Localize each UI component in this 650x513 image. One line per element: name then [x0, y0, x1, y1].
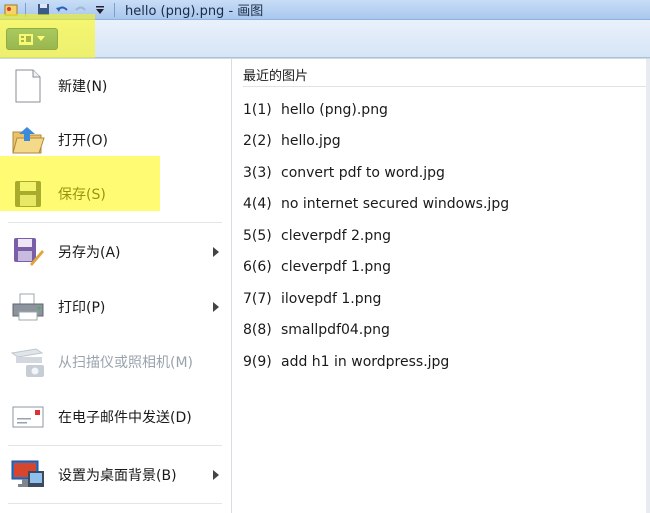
menu-item-label: 另存为(A)	[58, 245, 121, 261]
recent-file-item[interactable]: 2(2) hello.jpg	[243, 129, 341, 153]
redo-icon[interactable]	[73, 3, 89, 17]
menu-item-save-as[interactable]: 另存为(A)	[0, 225, 231, 279]
menu-item-label: 打印(P)	[58, 300, 106, 316]
recent-file-number: 8(8)	[243, 322, 272, 338]
recent-file-item[interactable]: 5(5) cleverpdf 2.png	[243, 224, 391, 248]
paint-menu-button[interactable]	[6, 28, 58, 50]
menu-item-save[interactable]: 保存(S)	[0, 167, 231, 221]
window-title: hello (png).png - 画图	[125, 4, 264, 19]
undo-icon[interactable]	[54, 3, 70, 17]
submenu-arrow-icon	[213, 247, 219, 257]
ribbon	[0, 20, 650, 58]
recent-file-number: 5(5)	[243, 228, 272, 244]
recent-file-number: 1(1)	[243, 102, 272, 118]
recent-file-item[interactable]: 8(8) smallpdf04.png	[243, 318, 390, 342]
recent-file-name: add h1 in wordpress.jpg	[281, 354, 450, 370]
recent-file-name: convert pdf to word.jpg	[281, 165, 445, 181]
recent-file-name: ilovepdf 1.png	[281, 291, 382, 307]
email-icon	[8, 397, 48, 437]
quick-save-icon[interactable]	[35, 3, 51, 17]
recent-file-item[interactable]: 9(9) add h1 in wordpress.jpg	[243, 350, 449, 374]
recent-pictures-title: 最近的图片	[243, 69, 309, 84]
save-floppy-icon	[8, 174, 48, 214]
recent-file-name: hello.jpg	[281, 133, 341, 149]
recent-file-name: smallpdf04.png	[281, 322, 390, 338]
recent-file-name: cleverpdf 1.png	[281, 259, 392, 275]
recent-pictures-panel: 最近的图片 1(1) hello (png).png 2(2) hello.jp…	[233, 59, 650, 513]
menu-item-label: 保存(S)	[58, 187, 106, 203]
recent-file-number: 4(4)	[243, 196, 272, 212]
desktop-background-icon	[8, 455, 48, 495]
menu-commands: 新建(N) 打开(O) 保存(S) 另存为(A) 打印(P) 从扫描仪或照相机(…	[0, 59, 232, 513]
title-bar: hello (png).png - 画图	[0, 0, 650, 20]
menu-item-desktop-background[interactable]: 设置为桌面背景(B)	[0, 448, 231, 502]
menu-item-open[interactable]: 打开(O)	[0, 113, 231, 167]
scanner-icon	[8, 342, 48, 382]
menu-right-edge	[646, 59, 650, 513]
recent-file-item[interactable]: 1(1) hello (png).png	[243, 98, 388, 122]
recent-file-name: no internet secured windows.jpg	[281, 196, 510, 212]
recent-file-item[interactable]: 3(3) convert pdf to word.jpg	[243, 161, 445, 185]
recent-file-name: hello (png).png	[281, 102, 388, 118]
menu-item-scanner: 从扫描仪或照相机(M)	[0, 335, 231, 389]
new-file-icon	[8, 66, 48, 106]
paint-app-icon	[3, 3, 19, 17]
recent-file-number: 7(7)	[243, 291, 272, 307]
recent-file-item[interactable]: 6(6) cleverpdf 1.png	[243, 255, 391, 279]
save-as-icon	[8, 232, 48, 272]
menu-item-label: 打开(O)	[58, 133, 108, 149]
customize-toolbar-icon[interactable]	[92, 3, 108, 17]
recent-file-number: 3(3)	[243, 165, 272, 181]
recent-file-number: 9(9)	[243, 354, 272, 370]
menu-item-label: 设置为桌面背景(B)	[58, 468, 177, 484]
file-menu: 新建(N) 打开(O) 保存(S) 另存为(A) 打印(P) 从扫描仪或照相机(…	[0, 58, 650, 513]
recent-file-number: 6(6)	[243, 259, 272, 275]
menu-icon	[19, 33, 33, 45]
menu-item-label: 新建(N)	[58, 79, 108, 95]
menu-item-print[interactable]: 打印(P)	[0, 280, 231, 334]
menu-item-email[interactable]: 在电子邮件中发送(D)	[0, 390, 231, 444]
paint-app: hello (png).png - 画图 新建(N) 打开(O) 保存(S) 另…	[0, 0, 650, 513]
submenu-arrow-icon	[213, 470, 219, 480]
printer-icon	[8, 287, 48, 327]
open-folder-icon	[8, 120, 48, 160]
chevron-down-icon	[37, 36, 45, 41]
recent-file-item[interactable]: 7(7) ilovepdf 1.png	[243, 287, 381, 311]
submenu-arrow-icon	[213, 302, 219, 312]
recent-file-name: cleverpdf 2.png	[281, 228, 392, 244]
recent-file-number: 2(2)	[243, 133, 272, 149]
recent-file-item[interactable]: 4(4) no internet secured windows.jpg	[243, 192, 509, 216]
menu-item-label: 从扫描仪或照相机(M)	[58, 355, 194, 371]
menu-item-label: 在电子邮件中发送(D)	[58, 410, 192, 426]
menu-item-new[interactable]: 新建(N)	[0, 59, 231, 113]
